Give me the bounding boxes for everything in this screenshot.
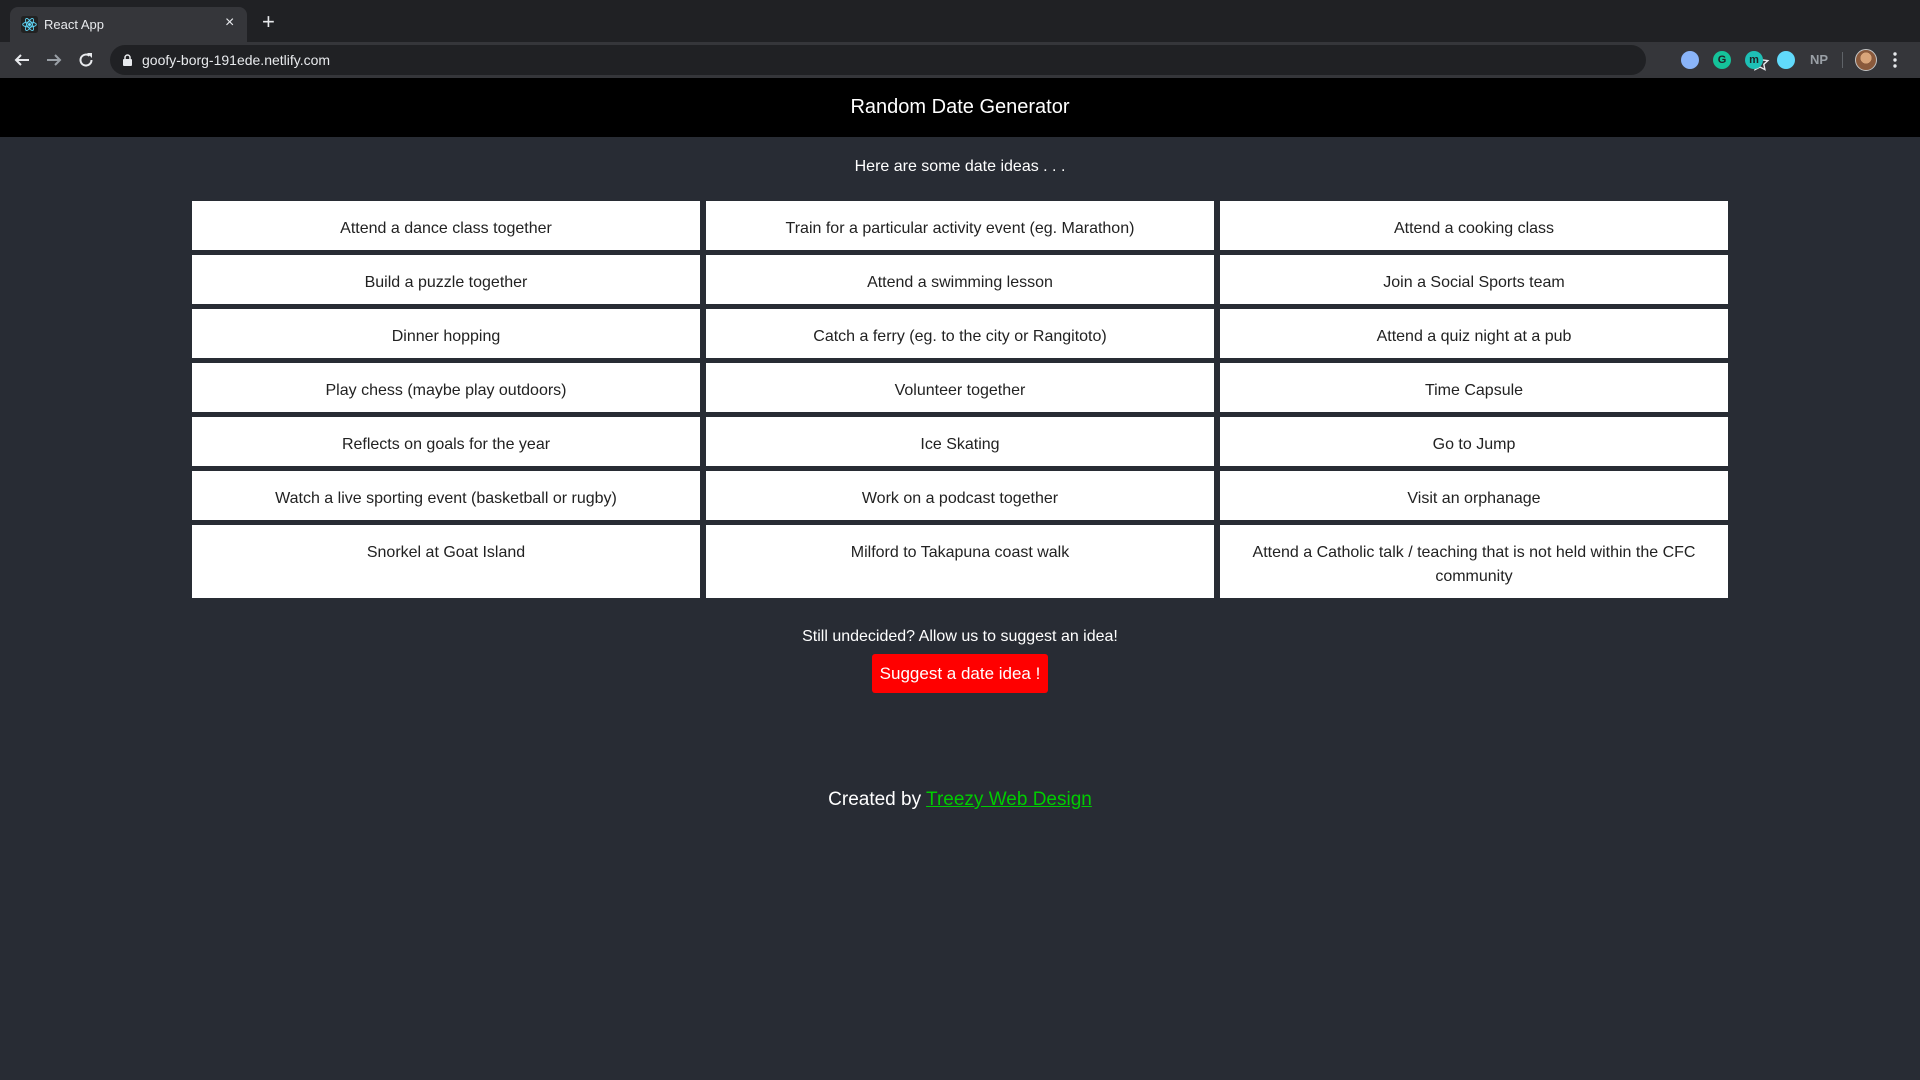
date-idea-card: Attend a dance class together <box>192 201 700 250</box>
profile-avatar[interactable] <box>1855 49 1877 71</box>
new-tab-button[interactable]: + <box>262 11 275 33</box>
app-header: Random Date Generator <box>0 78 1920 137</box>
date-idea-card: Attend a swimming lesson <box>706 255 1214 304</box>
date-idea-card: Attend a quiz night at a pub <box>1220 309 1728 358</box>
grammarly-icon[interactable]: G <box>1713 51 1731 69</box>
m-extension-icon[interactable]: m <box>1745 51 1763 69</box>
browser-tab[interactable]: React App × <box>10 7 247 42</box>
page-title: Random Date Generator <box>850 96 1070 118</box>
np-extension-icon[interactable]: NP <box>1810 52 1828 67</box>
date-idea-card: Visit an orphanage <box>1220 471 1728 520</box>
reload-icon <box>79 53 93 67</box>
date-idea-card: Dinner hopping <box>192 309 700 358</box>
date-idea-card: Join a Social Sports team <box>1220 255 1728 304</box>
back-button[interactable] <box>10 48 34 72</box>
footer-prefix: Created by <box>828 789 927 810</box>
date-idea-card: Catch a ferry (eg. to the city or Rangit… <box>706 309 1214 358</box>
intro-text: Here are some date ideas . . . <box>854 158 1066 175</box>
date-ideas-grid: Attend a dance class together Train for a… <box>192 201 1728 598</box>
date-idea-card: Milford to Takapuna coast walk <box>706 525 1214 598</box>
tab-title: React App <box>44 17 104 32</box>
kebab-menu-icon[interactable] <box>1893 50 1897 70</box>
suggest-date-button[interactable]: Suggest a date idea ! <box>872 654 1048 693</box>
date-idea-card: Reflects on goals for the year <box>192 417 700 466</box>
date-idea-card: Volunteer together <box>706 363 1214 412</box>
date-idea-card: Play chess (maybe play outdoors) <box>192 363 700 412</box>
date-idea-card: Work on a podcast together <box>706 471 1214 520</box>
url-text[interactable]: goofy-borg-191ede.netlify.com <box>142 52 330 68</box>
forward-arrow-icon <box>47 54 62 66</box>
date-idea-card: Train for a particular activity event (e… <box>706 201 1214 250</box>
date-idea-card: Ice Skating <box>706 417 1214 466</box>
reload-button[interactable] <box>74 48 98 72</box>
date-idea-card: Build a puzzle together <box>192 255 700 304</box>
react-favicon-icon <box>21 16 38 33</box>
forward-button[interactable] <box>42 48 66 72</box>
treezy-web-design-link[interactable]: Treezy Web Design <box>926 789 1092 810</box>
date-idea-card: Time Capsule <box>1220 363 1728 412</box>
date-idea-card: Attend a cooking class <box>1220 201 1728 250</box>
react-devtools-icon[interactable] <box>1777 51 1795 69</box>
date-idea-card: Watch a live sporting event (basketball … <box>192 471 700 520</box>
lock-icon <box>123 54 132 66</box>
undecided-text: Still undecided? Allow us to suggest an … <box>802 628 1118 645</box>
browser-tab-bar: React App × + <box>0 0 1920 42</box>
browser-toolbar: goofy-borg-191ede.netlify.com Gm NP <box>0 42 1920 78</box>
extension-circle-icon[interactable] <box>1681 51 1699 69</box>
toolbar-divider <box>1842 52 1843 68</box>
footer-credit: Created by Treezy Web Design <box>0 789 1920 811</box>
address-bar[interactable]: goofy-borg-191ede.netlify.com <box>110 45 1770 75</box>
date-idea-card: Snorkel at Goat Island <box>192 525 700 598</box>
date-idea-card: Attend a Catholic talk / teaching that i… <box>1220 525 1728 598</box>
back-arrow-icon <box>14 54 29 66</box>
tab-close-icon[interactable]: × <box>225 14 234 32</box>
date-idea-card: Go to Jump <box>1220 417 1728 466</box>
